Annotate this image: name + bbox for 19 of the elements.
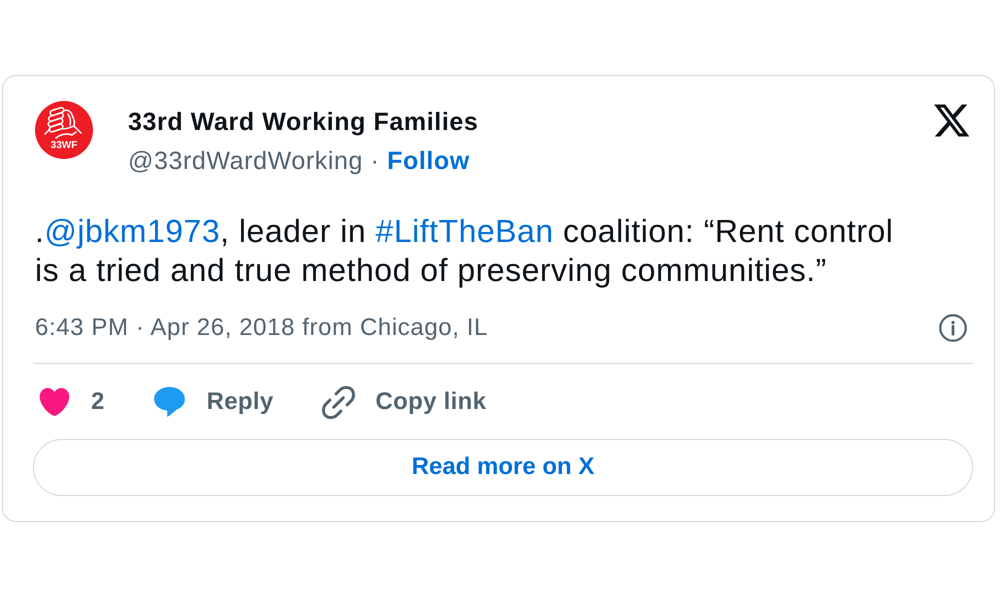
tweet-text: .@jbkm1973, leader in #LiftTheBan coalition: “Rent control is a tried and true method of preserving communities.”: [35, 212, 894, 290]
tweet-timestamp: 6:43 PM · Apr 26, 2018 from Chicago, IL: [35, 313, 488, 343]
separator-dot: ·: [370, 147, 380, 175]
x-logo-icon[interactable]: [934, 104, 969, 137]
info-icon[interactable]: [938, 313, 968, 343]
reply-button[interactable]: Reply: [152, 384, 274, 420]
read-more-button[interactable]: Read more on X: [33, 439, 973, 496]
account-handle: @33rdWardWorking: [128, 147, 364, 175]
clasped-hands-icon: [44, 107, 84, 139]
hashtag-link[interactable]: #LiftTheBan: [376, 213, 554, 249]
link-icon: [322, 386, 355, 418]
speech-bubble-icon: [152, 387, 186, 417]
heart-icon: [39, 388, 70, 416]
copy-link-button[interactable]: Copy link: [322, 384, 486, 420]
follow-link[interactable]: Follow: [387, 147, 470, 175]
logo-text: 33WF: [50, 141, 78, 151]
like-button[interactable]: 2: [39, 384, 105, 420]
mention-link[interactable]: @jbkm1973: [44, 213, 220, 249]
account-name: 33rd Ward Working Families: [128, 107, 478, 138]
